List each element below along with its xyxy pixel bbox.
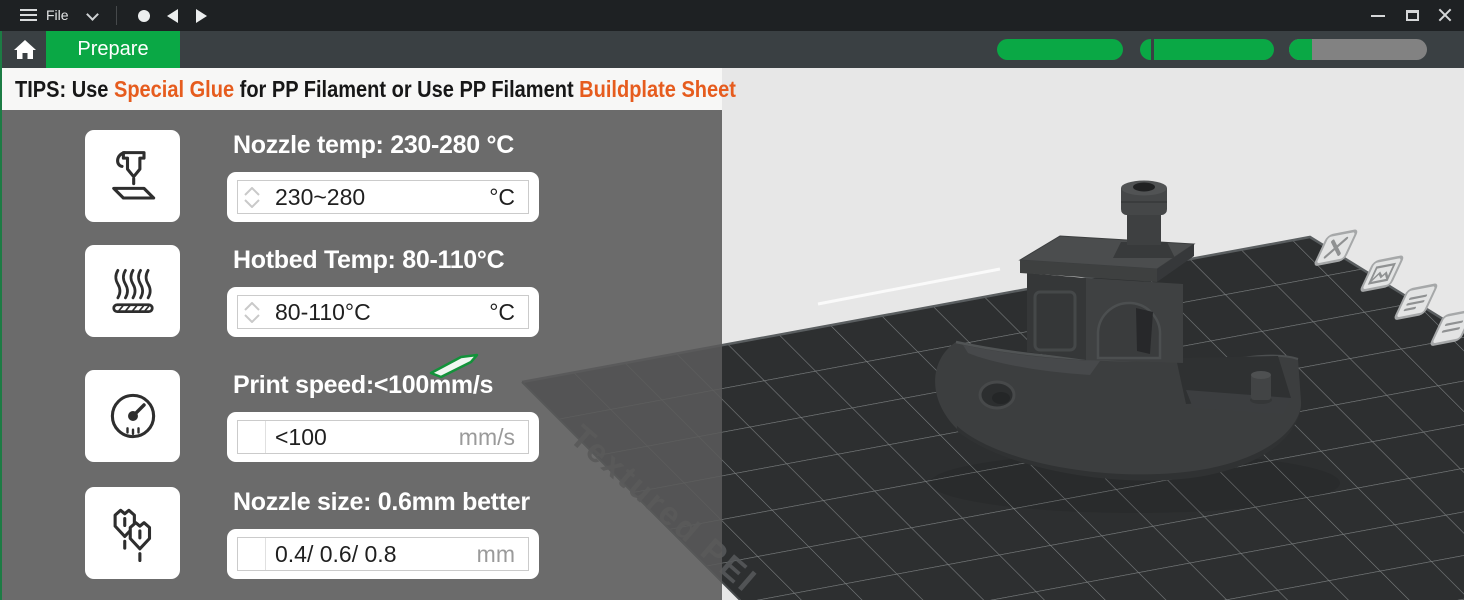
input-unit: mm (477, 541, 528, 568)
nav-bar: Prepare (0, 31, 1464, 68)
speedometer-icon (100, 383, 166, 449)
card-print-speed: Print speed:<100mm/s <100 mm/s (85, 370, 540, 462)
print-nozzle-icon (100, 143, 166, 209)
green-pencil-mark (427, 353, 481, 379)
app-window: { "titlebar": { "menu_label": "File", "n… (0, 0, 1464, 600)
progress-pill-3 (1289, 39, 1427, 60)
card-icon-box (85, 245, 180, 337)
tab-prepare[interactable]: Prepare (46, 31, 180, 68)
parameter-overlay-panel: Nozzle temp: 230-280 °C 230~280 °C (0, 110, 722, 600)
hamburger-menu-icon[interactable] (20, 9, 37, 22)
input-unit: °C (489, 299, 528, 326)
tips-text: TIPS: Use Special Glue for PP Filament o… (15, 76, 736, 103)
card-title: Nozzle temp: 230-280 °C (233, 131, 514, 160)
card-hotbed-temp: Hotbed Temp: 80-110°C 80-110°C °C (85, 245, 540, 337)
input-unit: mm/s (459, 424, 528, 451)
spinner-area (238, 421, 266, 453)
close-button[interactable] (1430, 0, 1460, 31)
nozzle-temp-input[interactable]: 230~280 °C (237, 180, 529, 214)
forward-triangle-icon[interactable] (196, 9, 207, 23)
card-icon-box (85, 370, 180, 462)
card-title: Nozzle size: 0.6mm better (233, 488, 530, 517)
input-unit: °C (489, 184, 528, 211)
minimize-button[interactable] (1363, 0, 1393, 31)
spinner-control[interactable] (238, 296, 266, 328)
input-value[interactable]: 80-110°C (266, 299, 489, 326)
hotbed-heat-icon (100, 258, 166, 324)
spinner-area (238, 538, 266, 570)
input-wrap: <100 mm/s (227, 412, 539, 462)
print-speed-input[interactable]: <100 mm/s (237, 420, 529, 454)
file-menu[interactable]: File (46, 7, 69, 23)
nozzle-size-input[interactable]: 0.4/ 0.6/ 0.8 mm (237, 537, 529, 571)
hotbed-temp-input[interactable]: 80-110°C °C (237, 295, 529, 329)
record-dot-icon[interactable] (138, 10, 150, 22)
card-nozzle-size: Nozzle size: 0.6mm better 0.4/ 0.6/ 0.8 … (85, 487, 540, 579)
card-nozzle-temp: Nozzle temp: 230-280 °C 230~280 °C (85, 130, 540, 222)
back-triangle-icon[interactable] (167, 9, 178, 23)
home-icon (6, 31, 44, 68)
input-value[interactable]: 230~280 (266, 184, 489, 211)
card-icon-box (85, 487, 180, 579)
toolbar-divider (116, 6, 117, 25)
spinner-control[interactable] (238, 181, 266, 213)
input-wrap: 80-110°C °C (227, 287, 539, 337)
input-wrap: 230~280 °C (227, 172, 539, 222)
tips-bar: TIPS: Use Special Glue for PP Filament o… (0, 68, 722, 110)
nozzle-size-icon (100, 500, 166, 566)
maximize-button[interactable] (1397, 0, 1427, 31)
card-title: Hotbed Temp: 80-110°C (233, 246, 504, 275)
chevron-down-icon[interactable] (244, 199, 260, 208)
chevron-up-icon[interactable] (244, 187, 260, 196)
progress-pill-2 (1140, 39, 1274, 60)
title-bar: File (0, 0, 1464, 31)
home-button[interactable] (6, 31, 44, 68)
input-value[interactable]: <100 (266, 424, 459, 451)
input-value[interactable]: 0.4/ 0.6/ 0.8 (266, 541, 477, 568)
input-wrap: 0.4/ 0.6/ 0.8 mm (227, 529, 539, 579)
chevron-down-icon[interactable] (244, 314, 260, 323)
progress-pill-1 (997, 39, 1123, 60)
card-icon-box (85, 130, 180, 222)
window-edge-accent (0, 31, 2, 600)
chevron-down-icon[interactable] (86, 8, 99, 21)
chevron-up-icon[interactable] (244, 302, 260, 311)
